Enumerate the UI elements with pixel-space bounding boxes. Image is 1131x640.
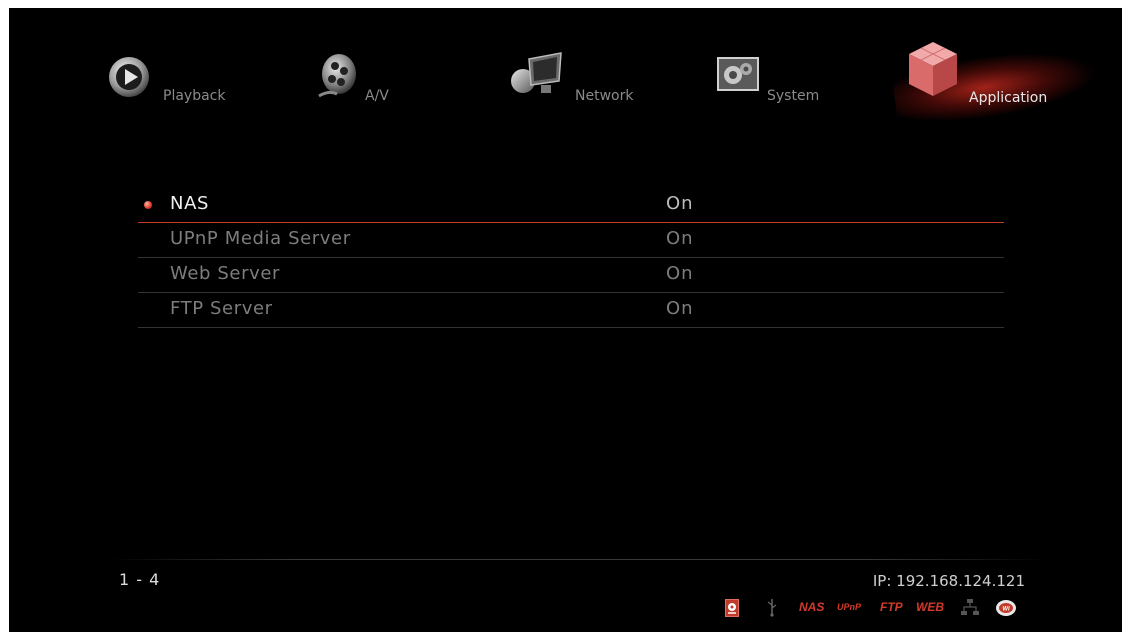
media-player-screen: Playback A/V Network System Application … [9,8,1122,632]
tab-av[interactable]: A/V [315,48,415,110]
item-name: FTP Server [170,298,273,319]
film-reel-icon [318,54,356,98]
tab-network[interactable]: Network [509,51,639,111]
upnp-status-icon: UPnP [837,602,862,612]
tab-label: Network [575,88,634,104]
list-item-web-server[interactable]: Web Server On [138,258,1004,293]
wifi-icon: Wi [996,600,1016,616]
usb-icon [767,599,777,617]
item-name: UPnP Media Server [170,228,351,249]
ip-address: IP: 192.168.124.121 [872,572,1025,590]
web-status-icon: WEB [916,600,944,614]
tab-system[interactable]: System [717,57,837,113]
item-value: On [666,228,694,249]
tab-label: A/V [365,88,389,104]
nas-status-icon: NAS [799,600,825,614]
hdd-icon [725,599,739,617]
gears-icon [717,57,759,91]
status-bar: NAS UPnP FTP WEB Wi [725,597,1035,619]
svg-text:Wi: Wi [1002,607,1010,613]
tab-label: Application [969,90,1048,106]
tab-playback[interactable]: Playback [107,53,237,113]
tab-application[interactable]: Application [907,40,1067,110]
item-value: On [666,263,694,284]
play-icon [109,57,149,97]
tab-label: Playback [163,88,226,104]
item-name: Web Server [170,263,280,284]
item-value: On [666,298,694,319]
list-item-nas[interactable]: NAS On [138,188,1004,223]
list-item-ftp-server[interactable]: FTP Server On [138,293,1004,328]
item-name: NAS [170,193,210,214]
footer-divider [109,559,1049,560]
network-monitor-icon [511,52,562,93]
list-item-upnp-media-server[interactable]: UPnP Media Server On [138,223,1004,258]
item-value: On [666,193,694,214]
tab-label: System [767,88,820,104]
cube-icon [909,42,957,96]
page-indicator: 1 - 4 [119,570,161,589]
ftp-status-icon: FTP [880,600,903,614]
selection-bullet-icon [144,201,152,209]
lan-icon [961,599,979,615]
